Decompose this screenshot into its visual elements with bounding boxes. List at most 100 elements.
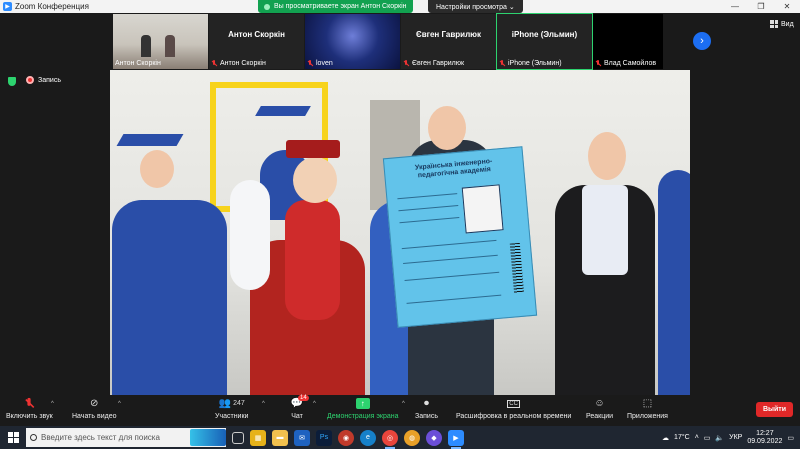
- chrome-icon[interactable]: ◎: [382, 429, 398, 449]
- app-icon[interactable]: ◉: [338, 429, 354, 446]
- card-title: Українська інженерно-педагогічна академі…: [414, 157, 493, 180]
- taskbar-apps: ▦ ▬ ✉ Ps ◉ e ◎ ◍ ◆ ▶: [232, 429, 464, 449]
- participant-label: iPhone (Эльмин): [499, 60, 562, 67]
- chat-button[interactable]: 💬 14 Чат: [290, 395, 309, 420]
- share-status-icon: [264, 3, 270, 10]
- graduate-left: [112, 200, 227, 395]
- participant-name: Антон Скоркін: [228, 30, 285, 39]
- mic-muted-icon: [403, 60, 409, 67]
- person-figure: [141, 35, 151, 57]
- participant-name: iPhone (Эльмин): [511, 30, 578, 39]
- start-video-button[interactable]: ⊘ Начать видео: [72, 397, 116, 420]
- zoom-logo-icon: ▶: [3, 2, 12, 11]
- person-figure: [165, 35, 175, 57]
- encryption-shield-icon[interactable]: [8, 77, 16, 86]
- app-icon[interactable]: ◆: [426, 429, 442, 446]
- windows-start-button[interactable]: [0, 426, 26, 449]
- participant-thumbnail[interactable]: Антон Скоркін: [113, 14, 208, 69]
- share-options-caret[interactable]: ^: [402, 401, 405, 407]
- academic-cap: [286, 140, 340, 158]
- zoom-taskbar-icon[interactable]: ▶: [448, 429, 464, 449]
- view-button[interactable]: Вид: [770, 20, 794, 28]
- system-tray: ☁ 17°C ˄ ▭ 🔈 УКР 12:27 09.09.2022 ▭: [662, 430, 800, 446]
- minimize-button[interactable]: —: [722, 2, 748, 11]
- participants-button[interactable]: 👥 247 Участники: [215, 397, 248, 420]
- video-off-icon: ⊘: [90, 398, 99, 409]
- participant-strip: Антон Скоркін Антон Скоркін Антон Скоркі…: [113, 13, 663, 70]
- network-icon[interactable]: ▭: [704, 434, 711, 442]
- audio-options-caret[interactable]: ^: [51, 401, 54, 407]
- maximize-button[interactable]: ❐: [748, 2, 774, 11]
- barcode: [509, 242, 525, 294]
- photoshop-icon[interactable]: Ps: [316, 429, 332, 446]
- meeting-toolbar: Включить звук ^ ⊘ Начать видео ^ 👥 247 Уч…: [0, 395, 800, 426]
- person-face: [293, 157, 337, 203]
- recording-indicator[interactable]: Запись: [26, 76, 61, 84]
- record-dot-icon: [26, 76, 34, 84]
- microsoft-store-icon[interactable]: ▦: [250, 429, 266, 446]
- striped-shirt: [582, 185, 628, 275]
- participant-label: Антон Скоркін: [115, 60, 161, 67]
- mic-muted-icon: [595, 60, 601, 67]
- mic-muted-icon: [22, 397, 36, 410]
- task-view-icon[interactable]: [232, 431, 244, 444]
- record-icon: ⏺: [423, 398, 429, 409]
- taskbar-search-box[interactable]: Введите здесь текст для поиска: [26, 428, 226, 447]
- windows-taskbar: Введите здесь текст для поиска ▦ ▬ ✉ Ps …: [0, 426, 800, 449]
- apps-button[interactable]: ⬚ Приложения: [627, 397, 668, 420]
- edge-browser-icon[interactable]: e: [360, 429, 376, 446]
- person-face: [428, 106, 466, 150]
- participant-thumbnail[interactable]: loven: [305, 14, 400, 69]
- live-transcript-button[interactable]: CC Расшифровка в реальном времени: [456, 397, 571, 420]
- cc-icon: CC: [507, 399, 520, 408]
- mic-muted-icon: [211, 60, 217, 67]
- search-icon: [30, 434, 37, 441]
- share-screen-button[interactable]: ↑ Демонстрация экрана: [327, 397, 399, 420]
- mic-muted-icon: [307, 60, 313, 67]
- chat-options-caret[interactable]: ^: [313, 401, 316, 407]
- graduate-right: [658, 170, 690, 395]
- volume-icon[interactable]: 🔈: [715, 434, 724, 442]
- share-banner-text: Вы просматриваете экран Антон Скоркін: [274, 3, 407, 10]
- leave-meeting-button[interactable]: Выйти: [756, 402, 793, 417]
- participants-icon: 👥 247: [218, 398, 245, 409]
- chat-unread-badge: 14: [298, 395, 309, 401]
- weather-icon[interactable]: ☁: [662, 434, 669, 442]
- red-scarf: [285, 200, 340, 320]
- weather-temperature[interactable]: 17°C: [674, 434, 690, 441]
- search-highlight-image: [190, 429, 226, 446]
- card-photo: [461, 184, 504, 234]
- view-options-button[interactable]: Настройки просмотра ⌄: [428, 0, 523, 13]
- graduation-cap: [255, 106, 311, 116]
- video-options-caret[interactable]: ^: [118, 401, 121, 407]
- participant-thumbnail[interactable]: Євген Гаврилюк Євген Гаврилюк: [401, 14, 496, 69]
- record-button[interactable]: ⏺ Запись: [415, 397, 438, 420]
- unmute-button[interactable]: Включить звук: [6, 397, 53, 420]
- app-icon[interactable]: ◍: [404, 429, 420, 446]
- participants-options-caret[interactable]: ^: [262, 401, 265, 407]
- participant-thumbnail[interactable]: Влад Самойлов: [593, 14, 663, 69]
- share-screen-icon: ↑: [355, 398, 370, 409]
- chat-icon: 💬 14: [290, 395, 309, 409]
- student-id-poster: Українська інженерно-педагогічна академі…: [382, 146, 538, 328]
- participant-label: Євген Гаврилюк: [403, 60, 464, 67]
- language-indicator[interactable]: УКР: [729, 434, 742, 441]
- participant-label: loven: [307, 60, 333, 67]
- notifications-icon[interactable]: ▭: [787, 434, 794, 442]
- chevron-up-icon[interactable]: ˄: [695, 434, 699, 441]
- next-page-button[interactable]: ›: [693, 32, 711, 50]
- participant-thumbnail-active-speaker[interactable]: iPhone (Эльмин) iPhone (Эльмин): [496, 13, 593, 70]
- clock[interactable]: 12:27 09.09.2022: [747, 430, 782, 446]
- close-button[interactable]: ✕: [774, 2, 800, 11]
- person-face: [588, 132, 626, 180]
- flower-bouquet: [230, 180, 270, 290]
- search-placeholder: Введите здесь текст для поиска: [41, 433, 160, 442]
- file-explorer-icon[interactable]: ▬: [272, 429, 288, 446]
- participant-label: Влад Самойлов: [595, 60, 656, 67]
- screen-share-banner: Вы просматриваете экран Антон Скоркін: [258, 0, 413, 13]
- participant-name: Євген Гаврилюк: [416, 30, 481, 39]
- mail-icon[interactable]: ✉: [294, 429, 310, 446]
- shared-screen: Українська інженерно-педагогічна академі…: [110, 70, 690, 395]
- reactions-button[interactable]: ☺ Реакции: [586, 397, 613, 420]
- participant-thumbnail[interactable]: Антон Скоркін Антон Скоркін: [209, 14, 304, 69]
